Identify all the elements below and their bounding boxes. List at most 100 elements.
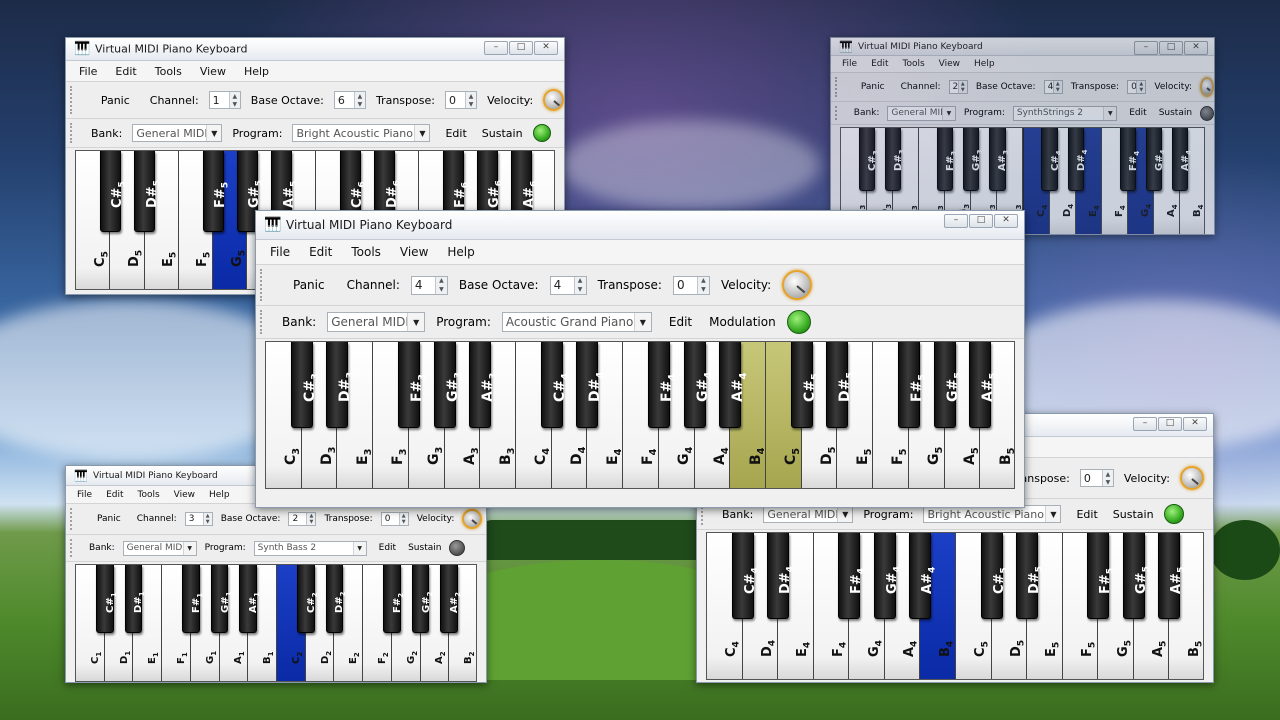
controller-toggle-led[interactable] [532,124,551,142]
maximize-button[interactable]: □ [1159,41,1183,55]
black-key[interactable]: A#4 [909,533,938,619]
black-key[interactable]: C#2 [296,565,319,634]
menu-file[interactable]: File [270,245,290,259]
piano-keyboard[interactable]: C4 D4 E4 F4 G4 A4 B4 C5 D5 E5 F5 G5 A5 B5 C#4 D#4 F#4 G#4… [706,532,1204,680]
spin-up-icon[interactable]: ▲ [578,277,583,284]
spin-arrows[interactable]: ▲▼ [1136,81,1146,93]
chevron-down-icon[interactable]: ▼ [414,125,430,141]
black-key[interactable]: A#4 [719,342,749,428]
black-key[interactable]: C#5 [99,151,128,233]
menu-edit[interactable]: Edit [309,245,332,259]
black-key[interactable]: G#2 [411,565,434,634]
title-bar[interactable]: 🎹 Virtual MIDI Piano Keyboard –□✕ [66,38,564,61]
chevron-down-icon[interactable]: ▼ [352,541,366,555]
program-combo[interactable]: Synth Bass 2 ▼ [253,540,367,556]
transpose-spinbox[interactable]: 0 ▲ ▼ [444,91,478,109]
spin-arrows[interactable]: ▲▼ [202,513,212,525]
channel-spinbox[interactable]: 1 ▲ ▼ [208,91,241,109]
spin-down-icon[interactable]: ▼ [1139,87,1143,93]
close-button[interactable]: ✕ [1183,417,1207,431]
spin-down-icon[interactable]: ▼ [439,286,444,293]
menu-help[interactable]: Help [244,65,269,78]
controller-toggle-led[interactable] [1200,105,1214,121]
spin-arrows[interactable]: ▲▼ [957,81,967,93]
spin-up-icon[interactable]: ▲ [439,277,444,284]
close-button[interactable]: ✕ [994,214,1018,228]
spin-down-icon[interactable]: ▼ [1106,479,1111,486]
black-key[interactable]: D#2 [325,565,347,634]
toolbar-grip[interactable] [835,106,840,120]
title-bar[interactable]: 🎹 Virtual MIDI Piano Keyboard –□✕ [256,211,1024,240]
menu-edit[interactable]: Edit [106,490,123,500]
transpose-spinbox[interactable]: 0 ▲ ▼ [1079,469,1114,487]
chevron-down-icon[interactable]: ▼ [1103,106,1117,120]
spin-down-icon[interactable]: ▼ [1056,87,1060,93]
chevron-down-icon[interactable]: ▼ [206,125,222,141]
title-bar[interactable]: 🎹 Virtual MIDI Piano Keyboard –□✕ [831,38,1214,56]
spin-down-icon[interactable]: ▼ [469,101,474,108]
spin-arrows[interactable]: ▲▼ [228,92,240,108]
spin-up-icon[interactable]: ▲ [1106,471,1111,478]
close-button[interactable]: ✕ [534,41,558,55]
black-key[interactable]: A#4 [1171,128,1193,191]
controller-toggle-led[interactable] [1163,504,1184,524]
black-key[interactable]: A#3 [469,342,499,428]
menu-file[interactable]: File [79,65,97,78]
spin-up-icon[interactable]: ▲ [701,277,706,284]
edit-button[interactable]: Edit [663,315,698,329]
black-key[interactable]: D#3 [885,128,906,191]
chevron-down-icon[interactable]: ▼ [633,313,651,331]
panic-button[interactable]: Panic [853,82,893,92]
black-key[interactable]: C#4 [731,533,760,619]
menu-edit[interactable]: Edit [115,65,136,78]
black-key[interactable]: G#4 [683,342,713,428]
edit-button[interactable]: Edit [1125,108,1150,118]
controller-toggle-led[interactable] [449,540,466,556]
black-key[interactable]: C#5 [980,533,1009,619]
black-key[interactable]: D#5 [826,342,856,428]
chevron-down-icon[interactable]: ▼ [941,106,955,120]
spin-down-icon[interactable]: ▼ [232,101,237,108]
black-key[interactable]: A#2 [440,565,462,634]
velocity-knob[interactable] [543,89,564,111]
spin-arrows[interactable]: ▲▼ [1052,81,1062,93]
menu-help[interactable]: Help [447,245,474,259]
black-key[interactable]: D#4 [1067,128,1089,191]
bank-combo[interactable]: General MIDI ▼ [122,540,197,556]
black-key[interactable]: A#1 [239,565,261,634]
menu-tools[interactable]: Tools [903,59,925,69]
black-key[interactable]: A#5 [1158,533,1187,619]
panic-button[interactable]: Panic [89,514,129,524]
chevron-down-icon[interactable]: ▼ [182,541,196,555]
piano-keyboard[interactable]: C1 D1 E1 F1 G1 A1 B1 C2 D2 E2 F2 G2 A2 B2 C#1 D#1 F#1 G#1… [75,564,477,682]
channel-spinbox[interactable]: 3 ▲ ▼ [184,512,213,526]
base-octave-spinbox[interactable]: 2 ▲ ▼ [288,512,317,526]
black-key[interactable]: G#3 [963,128,984,191]
black-key[interactable]: D#4 [576,342,606,428]
program-combo[interactable]: Acoustic Grand Piano ▼ [501,312,652,332]
minimize-button[interactable]: – [1133,417,1157,431]
menu-help[interactable]: Help [974,59,995,69]
black-key[interactable]: A#3 [989,128,1010,191]
spin-down-icon[interactable]: ▼ [310,519,314,525]
black-key[interactable]: C#4 [540,342,571,428]
piano-keyboard[interactable]: C3 D3 E3 F3 G3 A3 B3 C4 D4 E4 F4 G4 A4 B4 C5 D5 E5 F5 G5 A5… [265,341,1015,489]
spin-arrows[interactable]: ▲▼ [573,276,586,294]
menu-view[interactable]: View [939,59,960,69]
toolbar-grip[interactable] [260,310,265,334]
black-key[interactable]: G#4 [873,533,902,619]
black-key[interactable]: D#4 [767,533,796,619]
black-key[interactable]: G#5 [1122,533,1151,619]
edit-button[interactable]: Edit [375,543,400,553]
maximize-button[interactable]: □ [509,41,533,55]
spin-arrows[interactable]: ▲▼ [306,513,316,525]
spin-arrows[interactable]: ▲▼ [1101,470,1113,486]
channel-spinbox[interactable]: 2 ▲ ▼ [948,80,968,94]
toolbar-grip[interactable] [260,269,265,301]
black-key[interactable]: G#4 [1145,128,1167,191]
chevron-down-icon[interactable]: ▼ [1045,506,1061,522]
velocity-knob[interactable] [1200,77,1214,97]
black-key[interactable]: F#4 [838,533,867,619]
black-key[interactable]: C#1 [95,565,118,634]
black-key[interactable]: C#3 [290,342,321,428]
